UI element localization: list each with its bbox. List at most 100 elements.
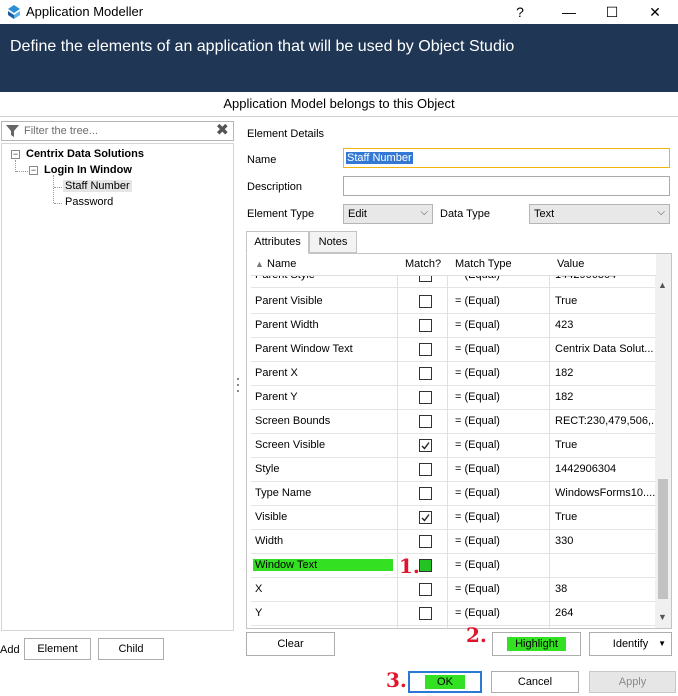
table-row[interactable]: X = (Equal) 38: [251, 578, 656, 602]
attribute-value[interactable]: RECT:230,479,506,...: [555, 415, 657, 427]
table-row[interactable]: Parent X = (Equal) 182: [251, 362, 656, 386]
element-type-select[interactable]: Edit ⌵: [343, 204, 433, 224]
add-element-button[interactable]: Element: [24, 638, 91, 660]
grid-scrollbar[interactable]: ▲ ▼: [655, 254, 671, 628]
clear-button[interactable]: Clear: [246, 632, 335, 656]
tab-attributes[interactable]: Attributes: [246, 231, 309, 254]
match-type[interactable]: = (Equal): [455, 439, 551, 451]
tree-leaf-password[interactable]: Password: [65, 196, 113, 208]
table-row[interactable]: Parent Width = (Equal) 423: [251, 314, 656, 338]
scroll-thumb[interactable]: [658, 479, 668, 599]
match-type[interactable]: = (Equal): [455, 607, 551, 619]
match-type[interactable]: = (Equal): [455, 391, 551, 403]
match-type[interactable]: = (Equal): [455, 487, 551, 499]
table-row[interactable]: Type Name = (Equal) WindowsForms10....: [251, 482, 656, 506]
apply-button[interactable]: Apply: [589, 671, 676, 693]
match-checkbox[interactable]: [419, 439, 432, 452]
attribute-value[interactable]: Centrix Data Solut...: [555, 343, 657, 355]
attribute-value[interactable]: True: [555, 295, 657, 307]
tree-leaf-staff-number[interactable]: Staff Number: [63, 180, 132, 192]
table-row[interactable]: Parent Y = (Equal) 182: [251, 386, 656, 410]
maximize-button[interactable]: ☐: [589, 0, 635, 24]
match-type[interactable]: = (Equal): [455, 583, 551, 595]
match-checkbox[interactable]: [419, 583, 432, 596]
table-row[interactable]: Width = (Equal) 330: [251, 530, 656, 554]
name-value: Staff Number: [346, 152, 413, 164]
scroll-down-icon[interactable]: ▼: [658, 612, 667, 622]
element-tree[interactable]: − Centrix Data Solutions − Login In Wind…: [1, 143, 234, 631]
match-type[interactable]: = (Equal): [455, 295, 551, 307]
match-checkbox[interactable]: [419, 319, 432, 332]
tab-notes[interactable]: Notes: [309, 231, 357, 253]
tree-filter[interactable]: Filter the tree... ✖: [1, 121, 234, 141]
table-row[interactable]: Screen Visible = (Equal) True: [251, 434, 656, 458]
table-row[interactable]: Parent Window Text = (Equal) Centrix Data …: [251, 338, 656, 362]
match-type[interactable]: = (Equal): [455, 535, 551, 547]
match-checkbox[interactable]: [419, 607, 432, 620]
table-row[interactable]: Visible = (Equal) True: [251, 506, 656, 530]
attribute-value[interactable]: True: [555, 511, 657, 523]
attribute-value[interactable]: 182: [555, 367, 657, 379]
belongs-label: Application Model belongs to this Object: [223, 96, 455, 111]
annotation-3: 3.: [386, 668, 407, 692]
match-type[interactable]: = (Equal): [455, 415, 551, 427]
add-child-button[interactable]: Child: [98, 638, 164, 660]
match-checkbox[interactable]: [419, 367, 432, 380]
table-row[interactable]: Parent Visible = (Equal) True: [251, 290, 656, 314]
window-title: Application Modeller: [26, 4, 144, 19]
tree-window-node[interactable]: Login In Window: [44, 164, 132, 176]
match-type[interactable]: = (Equal): [455, 511, 551, 523]
identify-button[interactable]: Identify ▼: [589, 632, 672, 656]
data-type-label: Data Type: [440, 208, 490, 220]
match-checkbox[interactable]: [419, 343, 432, 356]
attribute-value[interactable]: True: [555, 439, 657, 451]
attribute-value[interactable]: 264: [555, 607, 657, 619]
match-checkbox[interactable]: [419, 415, 432, 428]
table-row[interactable]: Screen Bounds = (Equal) RECT:230,479,506,.…: [251, 410, 657, 434]
collapse-icon[interactable]: −: [29, 166, 38, 175]
description-field[interactable]: [343, 176, 670, 196]
highlight-button[interactable]: Highlight: [492, 632, 581, 656]
attributes-grid[interactable]: ▲ Name Match? Match Type Value Parent St…: [246, 253, 672, 629]
column-header-match[interactable]: Match?: [405, 258, 441, 270]
table-row[interactable]: Window Text = (Equal): [251, 554, 656, 578]
match-checkbox[interactable]: [419, 487, 432, 500]
splitter-handle[interactable]: [237, 378, 240, 402]
match-type[interactable]: = (Equal): [455, 463, 551, 475]
attribute-name: Parent Visible: [255, 295, 323, 307]
match-checkbox[interactable]: [419, 559, 432, 572]
match-type[interactable]: = (Equal): [455, 559, 551, 571]
match-checkbox[interactable]: [419, 535, 432, 548]
collapse-icon[interactable]: −: [11, 150, 20, 159]
name-field[interactable]: Staff Number: [343, 148, 670, 168]
column-header-value[interactable]: Value: [557, 258, 584, 270]
attribute-value[interactable]: 423: [555, 319, 657, 331]
filter-icon: [6, 125, 19, 137]
match-type[interactable]: = (Equal): [455, 367, 551, 379]
cancel-button[interactable]: Cancel: [491, 671, 579, 693]
attribute-value[interactable]: 1442906304: [555, 463, 657, 475]
column-header-name[interactable]: Name: [267, 258, 296, 270]
match-checkbox[interactable]: [419, 463, 432, 476]
match-type[interactable]: = (Equal): [455, 319, 551, 331]
scroll-up-icon[interactable]: ▲: [658, 280, 667, 290]
clear-filter-icon[interactable]: ✖: [216, 122, 229, 140]
close-button[interactable]: ✕: [632, 0, 678, 24]
match-type[interactable]: = (Equal): [455, 343, 551, 355]
table-row[interactable]: Style = (Equal) 1442906304: [251, 458, 656, 482]
minimize-button[interactable]: —: [546, 0, 592, 24]
table-row[interactable]: Y = (Equal) 264: [251, 602, 656, 626]
data-type-select[interactable]: Text ⌵: [529, 204, 670, 224]
attribute-value[interactable]: 38: [555, 583, 657, 595]
grid-header: ▲ Name Match? Match Type Value: [251, 254, 656, 276]
attribute-value[interactable]: WindowsForms10....: [555, 487, 657, 499]
attribute-value[interactable]: 182: [555, 391, 657, 403]
ok-button[interactable]: OK: [408, 671, 482, 693]
attribute-value[interactable]: 330: [555, 535, 657, 547]
tree-root-node[interactable]: Centrix Data Solutions: [26, 148, 144, 160]
match-checkbox[interactable]: [419, 295, 432, 308]
help-button[interactable]: ?: [497, 0, 543, 24]
match-checkbox[interactable]: [419, 391, 432, 404]
match-checkbox[interactable]: [419, 511, 432, 524]
column-header-match-type[interactable]: Match Type: [455, 258, 512, 270]
